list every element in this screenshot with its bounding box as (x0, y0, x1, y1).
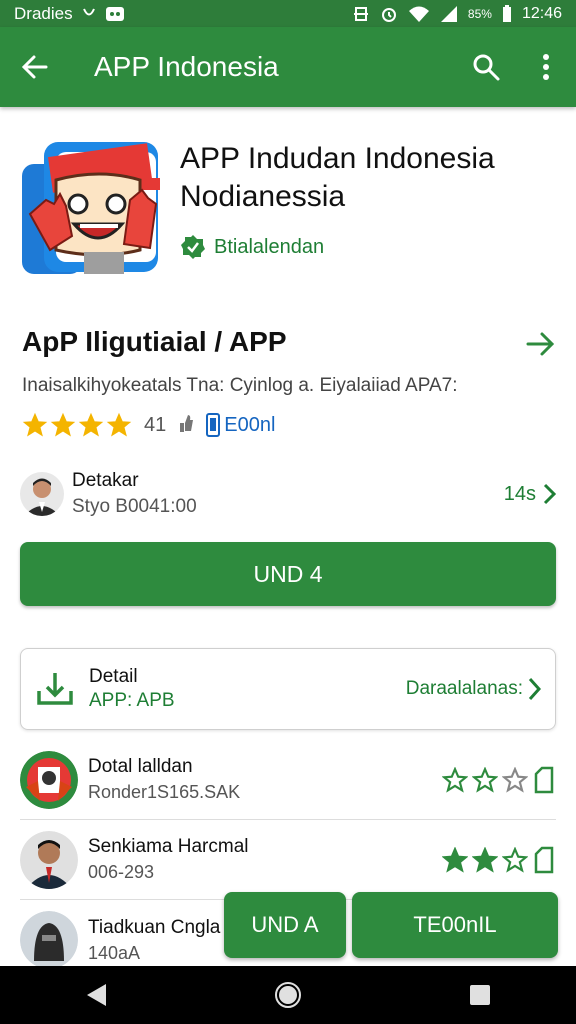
open-button[interactable]: TE00nIL (352, 892, 558, 958)
bottom-action-bar: UND A TE00nIL (224, 892, 558, 958)
developer-row-title: Detakar (72, 470, 139, 491)
avatar (20, 472, 64, 516)
badge-text: E00nl (224, 413, 276, 436)
star-outline-icon (502, 846, 528, 873)
avatar (20, 830, 78, 889)
page-title: APP Indonesia (94, 51, 279, 82)
review-rating (442, 846, 556, 874)
battery-icon (502, 4, 512, 23)
avatar (20, 750, 78, 809)
developer-row-right-text: 14s (503, 482, 536, 505)
detail-title: Detail (89, 666, 138, 687)
nav-back-icon (87, 984, 106, 1006)
review-name: Dotal lalldan (88, 756, 193, 777)
back-button[interactable] (0, 27, 70, 107)
status-bar: Dradies 85% 12:46 (0, 0, 576, 27)
review-rating (442, 766, 556, 794)
section-more-button[interactable] (522, 326, 558, 362)
star-filled-icon (22, 412, 48, 437)
nav-home-icon (275, 982, 301, 1008)
review-name: Senkiama Harcmal (88, 836, 249, 857)
signal-icon (440, 5, 458, 23)
star-filled-icon (78, 412, 104, 437)
download-icon (37, 673, 73, 705)
app-icon (20, 140, 160, 276)
nav-back-button[interactable] (66, 966, 126, 1024)
detail-right-text: Daraalalanas: (405, 678, 523, 699)
review-meta: Ronder1S165.SAK (88, 782, 241, 802)
arrow-back-icon (21, 55, 48, 79)
developer-row-subtitle: Styo B0041:00 (72, 496, 197, 517)
app-bar: APP Indonesia (0, 27, 576, 107)
rating-count: 41 (144, 413, 167, 436)
content-badge: E00nl (206, 413, 275, 437)
app-name: APP Indudan Indonesia Nodianessia (180, 140, 560, 216)
more-vert-icon (543, 54, 549, 80)
system-nav-bar (0, 966, 576, 1024)
review-meta: 006-293 (88, 862, 155, 882)
install-button[interactable]: UND 4 (20, 542, 556, 606)
status-time: 12:46 (521, 4, 562, 22)
nav-recents-icon (470, 985, 490, 1005)
star-filled-icon (106, 412, 132, 437)
wifi-icon (408, 5, 430, 23)
app-name-line1: APP Indudan Indonesia (180, 142, 495, 175)
section-title: ApP Iligutiaial / APP (22, 326, 287, 357)
search-button[interactable] (456, 27, 516, 107)
carrier-glyph-icon (81, 6, 97, 22)
app-name-line2: Nodianessia (180, 180, 346, 213)
star-outline-icon (502, 766, 528, 793)
nav-home-button[interactable] (258, 966, 318, 1024)
verified-badge-icon (181, 235, 205, 259)
developer-row[interactable]: Detakar Styo B0041:00 14s (20, 468, 556, 520)
rating-row: 41 E00nl (22, 412, 275, 438)
status-carrier-text: Dradies (14, 3, 73, 23)
search-icon (473, 54, 500, 81)
list-item[interactable]: Dotal lalldan Ronder1S165.SAK (20, 740, 556, 820)
detail-action[interactable]: Daraalalanas: (406, 677, 541, 701)
thumb-icon (178, 413, 194, 438)
notification-icon (105, 6, 125, 22)
arrow-forward-icon (526, 332, 555, 356)
device-badge-icon (206, 413, 221, 437)
avatar (20, 911, 78, 969)
chevron-right-icon (528, 677, 541, 701)
secondary-install-button[interactable]: UND A (224, 892, 346, 958)
star-outline-icon (442, 766, 468, 793)
app-header: APP Indudan Indonesia Nodianessia Btiala… (0, 140, 576, 280)
sync-icon (352, 5, 370, 23)
developer-name: Btialalendan (214, 235, 325, 258)
list-item[interactable]: Senkiama Harcmal 006-293 (20, 820, 556, 900)
overflow-menu-button[interactable] (516, 27, 576, 107)
star-filled-icon (472, 846, 498, 873)
star-outline-icon (472, 766, 498, 793)
detail-card[interactable]: Detail APP: APB Daraalalanas: (20, 648, 556, 730)
detail-subtitle: APP: APB (89, 690, 175, 711)
bookmark-icon[interactable] (532, 766, 556, 794)
star-filled-icon (50, 412, 76, 437)
chevron-right-icon (543, 483, 556, 505)
rating-stars (22, 412, 132, 438)
nav-recents-button[interactable] (450, 966, 510, 1024)
developer-row-action[interactable]: 14s (504, 483, 556, 506)
section-description: Inaisalkihyokeatals Tna: Cyinlog a. Eiya… (22, 375, 458, 396)
star-filled-icon (442, 846, 468, 873)
alarm-icon (380, 5, 398, 23)
developer-link[interactable]: Btialalendan (180, 234, 324, 260)
battery-percent: 85% (467, 6, 492, 21)
bookmark-icon[interactable] (532, 846, 556, 874)
